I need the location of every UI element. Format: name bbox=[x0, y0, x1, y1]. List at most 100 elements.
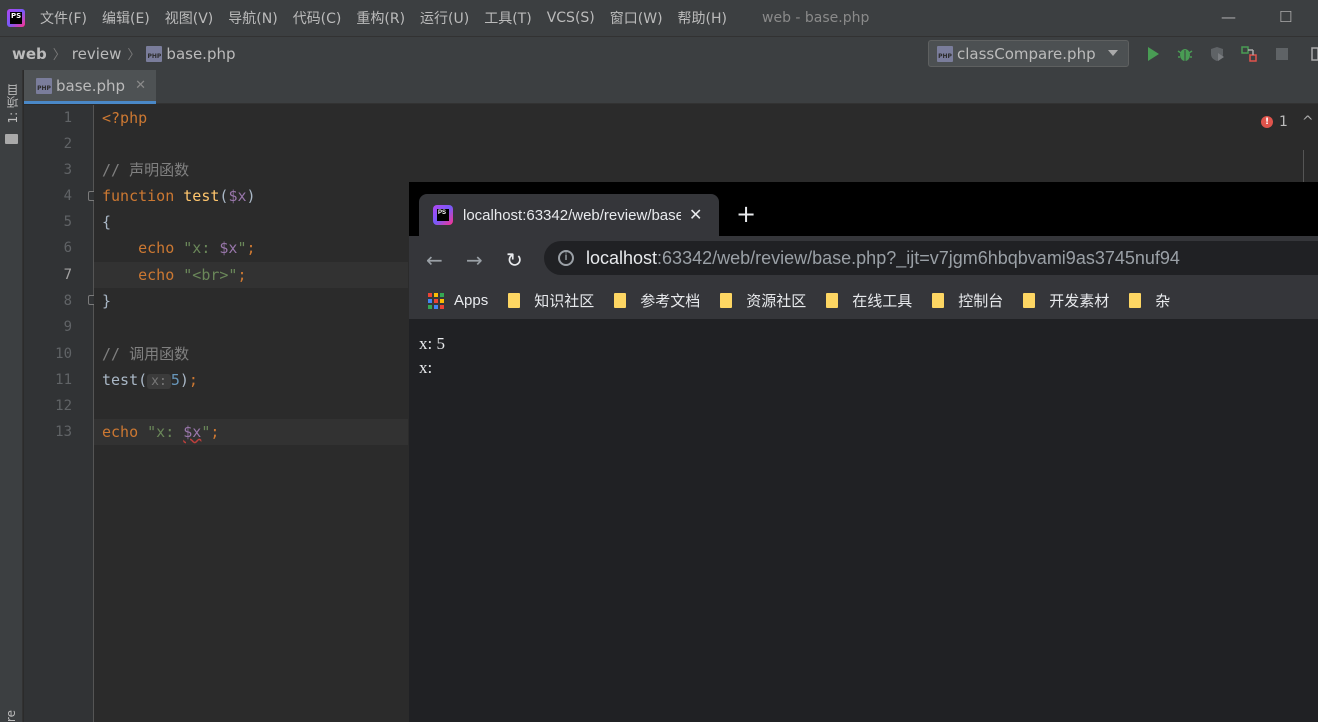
code-line-1: <?php bbox=[102, 105, 147, 131]
code-keyword: function bbox=[102, 187, 175, 205]
chevron-up-icon[interactable]: ^ bbox=[1302, 114, 1314, 130]
phpstorm-logo-icon[interactable]: PS bbox=[7, 9, 25, 27]
bookmark-folder[interactable]: 知识社区 bbox=[508, 290, 594, 311]
line-number: 6 bbox=[63, 240, 72, 256]
code-string: " bbox=[237, 239, 247, 257]
php-file-icon: PHP bbox=[36, 77, 52, 94]
breadcrumb-project[interactable]: web bbox=[12, 45, 47, 63]
menu-edit[interactable]: 编辑(E) bbox=[102, 8, 150, 28]
menu-refactor[interactable]: 重构(R) bbox=[356, 8, 405, 28]
menu-run[interactable]: 运行(U) bbox=[420, 8, 469, 28]
apps-grid-dot bbox=[434, 298, 438, 303]
project-tool-window-button[interactable]: 1: 项目 bbox=[4, 84, 21, 124]
error-count-indicator[interactable]: ! 1 ^ bbox=[1250, 111, 1318, 133]
php-file-icon: PHP bbox=[146, 45, 163, 62]
line-number: 12 bbox=[55, 398, 72, 414]
breadcrumb-file[interactable]: base.php bbox=[166, 45, 235, 63]
maximize-button[interactable]: ☐ bbox=[1279, 8, 1292, 26]
menu-tools[interactable]: 工具(T) bbox=[484, 8, 531, 28]
code-line-13: echo "x: $x"; bbox=[102, 419, 219, 445]
stop-icon[interactable] bbox=[1273, 45, 1291, 63]
editor-tab-base-php[interactable]: PHP base.php ✕ bbox=[24, 70, 156, 104]
page-output-line: x: 5 bbox=[419, 334, 445, 353]
apps-grid-icon bbox=[428, 292, 444, 309]
bookmark-folder[interactable]: 开发素材 bbox=[1023, 290, 1109, 311]
folder-icon bbox=[508, 293, 521, 308]
browser-window: PS localhost:63342/web/review/base.php?_… bbox=[409, 182, 1318, 722]
new-tab-button[interactable]: + bbox=[736, 200, 756, 228]
chevron-down-icon bbox=[1108, 50, 1118, 56]
code-line-3: // 声明函数 bbox=[102, 157, 189, 183]
browser-tab-strip: PS localhost:63342/web/review/base.php?_… bbox=[409, 182, 1318, 236]
phpstorm-favicon-icon: PS bbox=[433, 205, 453, 225]
folder-icon bbox=[1023, 293, 1036, 308]
line-number: 5 bbox=[63, 214, 72, 230]
structure-tool-window-button[interactable]: re bbox=[4, 710, 18, 722]
browser-tab[interactable]: PS localhost:63342/web/review/base.php?_… bbox=[419, 194, 719, 236]
code-string: "x: bbox=[147, 423, 184, 441]
folder-icon bbox=[720, 293, 733, 308]
bookmark-label: 开发素材 bbox=[1049, 293, 1110, 310]
minimize-button[interactable]: — bbox=[1221, 8, 1236, 26]
editor-tab-label: base.php bbox=[56, 76, 126, 95]
line-number: 11 bbox=[55, 372, 72, 388]
close-tab-icon[interactable]: ✕ bbox=[689, 205, 702, 225]
menu-help[interactable]: 帮助(H) bbox=[678, 8, 727, 28]
bookmark-folder[interactable]: 参考文档 bbox=[614, 290, 700, 311]
breadcrumb-separator: 〉 bbox=[127, 48, 141, 63]
page-output-line: x: bbox=[419, 358, 433, 377]
menu-navigate[interactable]: 导航(N) bbox=[228, 8, 277, 28]
bookmark-folder[interactable]: 控制台 bbox=[932, 290, 1003, 311]
back-arrow-icon[interactable]: ← bbox=[426, 248, 443, 272]
error-icon: ! bbox=[1261, 116, 1273, 128]
code-line-8: } bbox=[102, 288, 111, 314]
menu-file[interactable]: 文件(F) bbox=[40, 8, 87, 28]
code-line-10: // 调用函数 bbox=[102, 341, 189, 367]
address-bar[interactable]: i localhost:63342/web/review/base.php?_i… bbox=[544, 241, 1318, 275]
undefined-variable: $x bbox=[183, 423, 202, 441]
code-semicolon: ; bbox=[210, 423, 220, 441]
menu-code[interactable]: 代码(C) bbox=[293, 8, 342, 28]
close-icon[interactable]: ✕ bbox=[135, 78, 146, 93]
folder-icon bbox=[1129, 293, 1142, 308]
code-keyword: echo bbox=[138, 239, 175, 257]
debug-icon[interactable] bbox=[1176, 45, 1194, 63]
bookmark-apps[interactable]: Apps bbox=[409, 292, 488, 309]
code-line-11: test(x: 5); bbox=[102, 367, 198, 393]
line-number-gutter: 1 2 3 4 5 6 7 8 9 10 11 12 13 bbox=[24, 105, 98, 722]
url-path: :63342/web/review/base.php?_ijt=v7jgm6hb… bbox=[657, 247, 1180, 268]
parameter-hint: x: bbox=[147, 374, 171, 389]
php-file-icon: PHP bbox=[937, 45, 953, 62]
bookmark-label: 在线工具 bbox=[852, 293, 913, 310]
run-icon[interactable] bbox=[1144, 45, 1162, 63]
code-variable: $x bbox=[228, 187, 247, 205]
line-number: 3 bbox=[63, 162, 72, 178]
folder-icon bbox=[614, 293, 627, 308]
apps-grid-dot bbox=[440, 298, 444, 303]
menu-bar: PS 文件(F) 编辑(E) 视图(V) 导航(N) 代码(C) 重构(R) 运… bbox=[0, 0, 1318, 36]
menu-view[interactable]: 视图(V) bbox=[165, 8, 214, 28]
bookmark-folder[interactable]: 在线工具 bbox=[826, 290, 912, 311]
bookmark-folder[interactable]: 杂 bbox=[1129, 290, 1170, 311]
folder-icon bbox=[826, 293, 839, 308]
apps-grid-dot bbox=[428, 304, 432, 309]
forward-arrow-icon[interactable]: → bbox=[466, 248, 483, 272]
menu-window[interactable]: 窗口(W) bbox=[610, 8, 663, 28]
browser-page-content: x: 5 x: bbox=[409, 321, 1318, 722]
url-host: localhost bbox=[586, 247, 658, 268]
menu-vcs[interactable]: VCS(S) bbox=[547, 10, 595, 26]
run-configuration-select[interactable]: PHP classCompare.php bbox=[928, 40, 1129, 67]
coverage-icon[interactable] bbox=[1208, 45, 1226, 63]
code-line-5: { bbox=[102, 209, 111, 235]
reload-icon[interactable]: ↻ bbox=[506, 248, 523, 272]
scrollbar-track[interactable] bbox=[1303, 150, 1304, 182]
bookmark-folder[interactable]: 资源社区 bbox=[720, 290, 806, 311]
code-function-call: test bbox=[102, 371, 139, 389]
more-toolbar-icon[interactable] bbox=[1306, 45, 1318, 63]
code-variable: $x bbox=[219, 239, 238, 257]
attach-debugger-icon[interactable] bbox=[1240, 45, 1258, 63]
site-info-icon[interactable]: i bbox=[558, 250, 574, 266]
breadcrumb-folder[interactable]: review bbox=[72, 45, 122, 63]
